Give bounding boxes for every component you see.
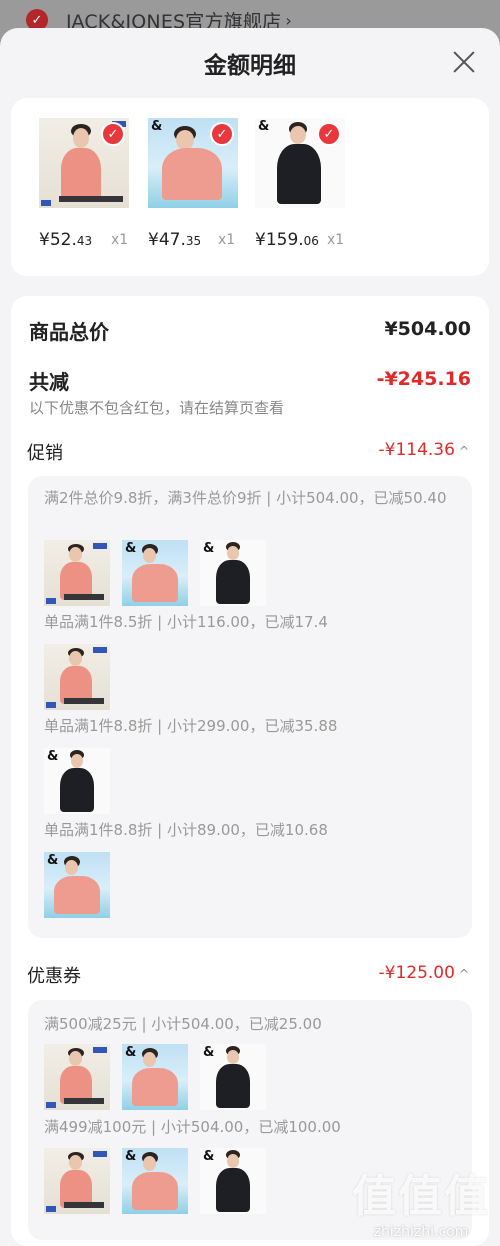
amount-detail-sheet: 金额明细 ✓ ¥52.43 x1 & ✓ ¥47.35 x1 & ✓ ¥159.… [0, 28, 500, 1246]
chevron-up-icon: ^ [458, 967, 469, 981]
sheet-title: 金额明细 [204, 53, 296, 79]
product-thumbnail [44, 1148, 110, 1214]
total-discount-value: -¥245.16 [376, 368, 471, 390]
product-thumbnail: & [122, 1044, 188, 1110]
promotion-rule: 单品满1件8.5折 | 小计116.00，已减17.4 [44, 613, 328, 631]
product-thumbnail[interactable]: & ✓ [255, 118, 345, 208]
price-breakdown-card: 商品总价 ¥504.00 共减 -¥245.16 以下优惠不包含红包，请在结算页… [11, 296, 489, 1246]
watermark-logo: 值值值 [352, 1171, 490, 1222]
promotion-rule: 单品满1件8.8折 | 小计89.00，已减10.68 [44, 821, 328, 839]
promotion-detail-box: 满2件总价9.8折，满3件总价9折 | 小计504.00，已减50.40 & & [28, 476, 472, 938]
coupon-rule: 满500减25元 | 小计504.00，已减25.00 [44, 1015, 322, 1033]
product-price: ¥52.43 [39, 230, 93, 250]
watermark-url: zhizhizhi.com [373, 1224, 469, 1240]
close-icon[interactable] [450, 48, 478, 76]
product-price: ¥159.06 [255, 230, 319, 250]
product-quantity: x1 [111, 232, 129, 248]
total-discount-label: 共减 [29, 370, 69, 394]
selected-check-icon: ✓ [101, 122, 125, 146]
total-price-label: 商品总价 [29, 320, 109, 344]
selected-check-icon: ✓ [210, 122, 234, 146]
product-quantity: x1 [327, 232, 345, 248]
product-thumbnail[interactable]: & ✓ [148, 118, 238, 208]
coupon-toggle[interactable]: -¥125.00 ^ [379, 963, 470, 983]
product-thumbnail: & [122, 1148, 188, 1214]
coupon-value: -¥125.00 [378, 963, 455, 983]
chevron-right-icon: › [285, 10, 292, 30]
product-list-card: ✓ ¥52.43 x1 & ✓ ¥47.35 x1 & ✓ ¥159.06 x1 [11, 98, 489, 276]
site-watermark: 值值值 zhizhizhi.com [352, 1160, 490, 1240]
product-thumbnail: & [200, 1148, 266, 1214]
selected-check-icon: ✓ [317, 122, 341, 146]
product-thumbnail[interactable]: ✓ [39, 118, 129, 208]
promotion-toggle[interactable]: -¥114.36 ^ [379, 440, 470, 460]
product-thumbnail: & [44, 852, 110, 918]
product-thumbnail: & [200, 540, 266, 606]
promotion-value: -¥114.36 [378, 440, 455, 460]
product-thumbnail [44, 644, 110, 710]
promotion-rule: 单品满1件8.8折 | 小计299.00，已减35.88 [44, 717, 338, 735]
promotion-rule: 满2件总价9.8折，满3件总价9折 | 小计504.00，已减50.40 [44, 489, 447, 507]
promotion-label[interactable]: 促销 [27, 439, 63, 465]
coupon-label[interactable]: 优惠券 [27, 962, 81, 988]
product-thumbnail: & [44, 748, 110, 814]
product-thumbnail: & [122, 540, 188, 606]
product-price: ¥47.35 [148, 230, 202, 250]
product-thumbnail: & [200, 1044, 266, 1110]
coupon-rule: 满499减100元 | 小计504.00，已减100.00 [44, 1118, 341, 1136]
product-thumbnail [44, 1044, 110, 1110]
total-price-value: ¥504.00 [384, 318, 471, 340]
product-quantity: x1 [218, 232, 236, 248]
discount-note: 以下优惠不包含红包，请在结算页查看 [29, 399, 285, 417]
chevron-up-icon: ^ [458, 444, 469, 458]
product-thumbnail [44, 540, 110, 606]
